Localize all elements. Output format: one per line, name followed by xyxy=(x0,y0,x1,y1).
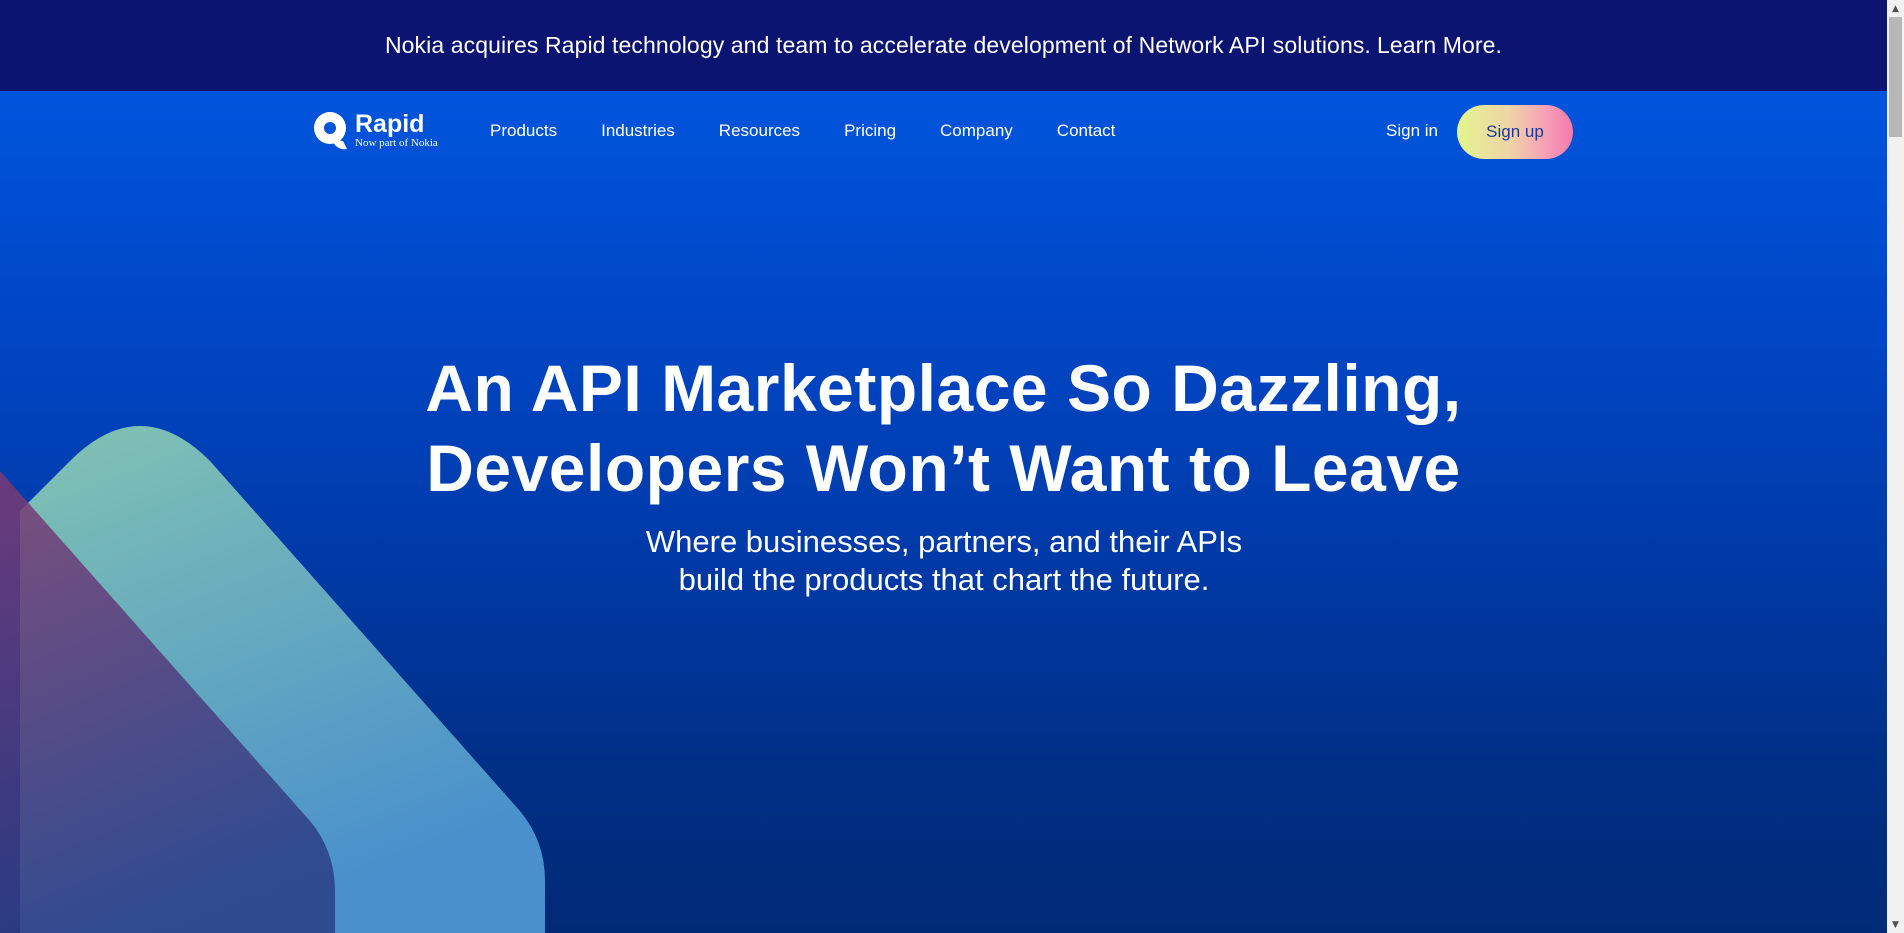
nav-item-company[interactable]: Company xyxy=(940,121,1013,141)
logo-name: Rapid xyxy=(355,110,425,138)
decorative-shapes xyxy=(0,426,545,933)
top-navigation: Rapid Now part of Nokia Products Industr… xyxy=(0,91,1887,171)
scroll-up-icon[interactable]: ▲ xyxy=(1887,0,1904,17)
sign-up-button[interactable]: Sign up xyxy=(1457,105,1573,159)
learn-more-link[interactable]: Learn More. xyxy=(1377,32,1502,59)
hero-section xyxy=(0,91,1887,933)
nav-item-products[interactable]: Products xyxy=(490,121,557,141)
page: Nokia acquires Rapid technology and team… xyxy=(0,0,1887,933)
logo-tagline: Now part of Nokia xyxy=(355,137,438,149)
rapid-logo-icon xyxy=(314,112,347,150)
headline-line2: Developers Won’t Want to Leave xyxy=(426,431,1461,505)
nav-item-industries[interactable]: Industries xyxy=(601,121,675,141)
headline-post: So Dazzling, xyxy=(1066,351,1462,425)
announcement-text: Nokia acquires Rapid technology and team… xyxy=(384,32,1371,58)
announcement-bar: Nokia acquires Rapid technology and team… xyxy=(0,0,1887,91)
sign-in-link[interactable]: Sign in xyxy=(1386,91,1438,171)
nav-item-resources[interactable]: Resources xyxy=(719,121,800,141)
nav-item-pricing[interactable]: Pricing xyxy=(844,121,896,141)
hero-headline: An API Marketplace So Dazzling, Develope… xyxy=(0,348,1887,508)
rapid-logo[interactable]: Rapid Now part of Nokia xyxy=(313,111,443,151)
hero-subheading: Where businesses, partners, and their AP… xyxy=(645,524,1243,597)
nav-item-contact[interactable]: Contact xyxy=(1057,121,1116,141)
vertical-scrollbar[interactable]: ▲ ▼ xyxy=(1887,0,1904,933)
scrollbar-thumb[interactable] xyxy=(1889,17,1902,137)
headline-bold: API Marketplace xyxy=(530,351,1049,425)
scroll-down-icon[interactable]: ▼ xyxy=(1887,916,1904,933)
nav-links: Products Industries Resources Pricing Co… xyxy=(490,91,1159,171)
headline-pre: An xyxy=(425,351,515,425)
